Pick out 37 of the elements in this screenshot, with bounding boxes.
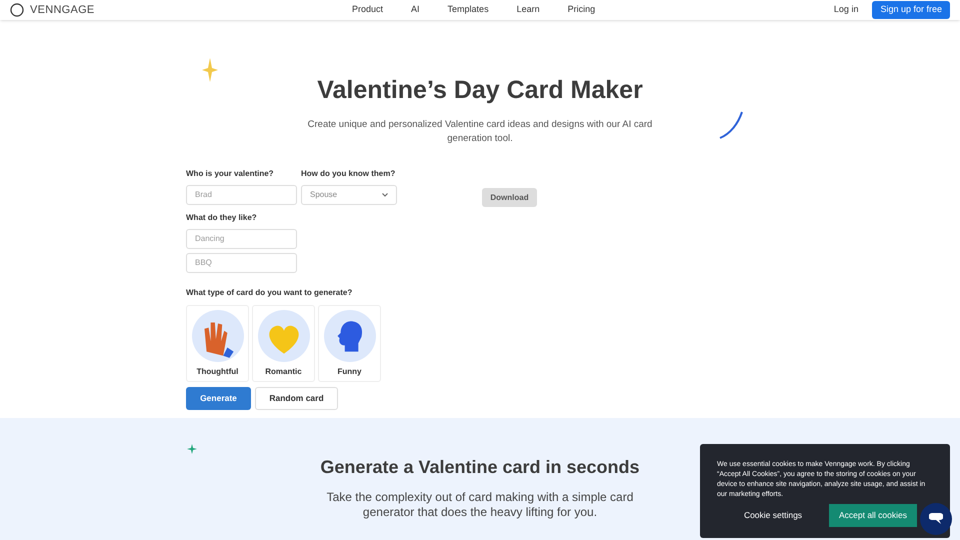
- relationship-dropdown[interactable]: Spouse: [301, 184, 397, 204]
- cookie-settings-button[interactable]: Cookie settings: [717, 504, 829, 527]
- sparkle-icon: [202, 58, 218, 82]
- heart-illustration: [258, 310, 310, 362]
- nav-link[interactable]: Pricing: [568, 3, 596, 17]
- logo-text[interactable]: VENNGAGE: [30, 2, 95, 18]
- nav-link[interactable]: Learn: [516, 3, 540, 17]
- card-type-option[interactable]: Funny: [318, 304, 381, 382]
- chevron-down-icon: [382, 192, 388, 196]
- sparkle-icon: [187, 444, 197, 454]
- card-type-option[interactable]: Romantic: [252, 304, 315, 382]
- nav-link[interactable]: Templates: [448, 3, 489, 17]
- page-title: Valentine’s Day Card Maker: [316, 75, 644, 106]
- random-card-button[interactable]: Random card: [255, 386, 338, 410]
- hands-illustration: [192, 310, 244, 362]
- head-illustration: [324, 310, 376, 362]
- interest-field[interactable]: Dancing: [186, 228, 297, 248]
- chat-icon: [929, 513, 943, 525]
- field-label: What do they like?: [186, 212, 258, 224]
- login-link[interactable]: Log in: [834, 3, 858, 17]
- swoosh-icon: [718, 110, 744, 140]
- signup-button[interactable]: Sign up for free: [872, 1, 950, 19]
- nav-link[interactable]: AI: [411, 3, 420, 17]
- field-label: What type of card do you want to generate?: [186, 286, 354, 298]
- interest-field[interactable]: BBQ: [186, 252, 297, 272]
- field-label: How do you know them?: [301, 168, 396, 180]
- name-field[interactable]: Brad: [186, 184, 297, 204]
- accept-cookies-button[interactable]: Accept all cookies: [829, 504, 917, 527]
- nav-link[interactable]: Product: [352, 3, 384, 17]
- generate-button[interactable]: Generate: [186, 386, 251, 410]
- section-text: Take the complexity out of card making with a simple card generator that does the heavy lifting for you.: [326, 490, 634, 520]
- logo-icon: [10, 3, 24, 17]
- page-subtitle: Create unique and personalized Valentine card ideas and designs with our AI card generation tool.: [306, 118, 654, 146]
- section-title: Generate a Valentine card in seconds: [319, 456, 641, 479]
- download-button[interactable]: Download: [482, 188, 537, 207]
- card-type-option[interactable]: Thoughtful: [186, 304, 249, 382]
- field-label: Who is your valentine?: [186, 168, 275, 180]
